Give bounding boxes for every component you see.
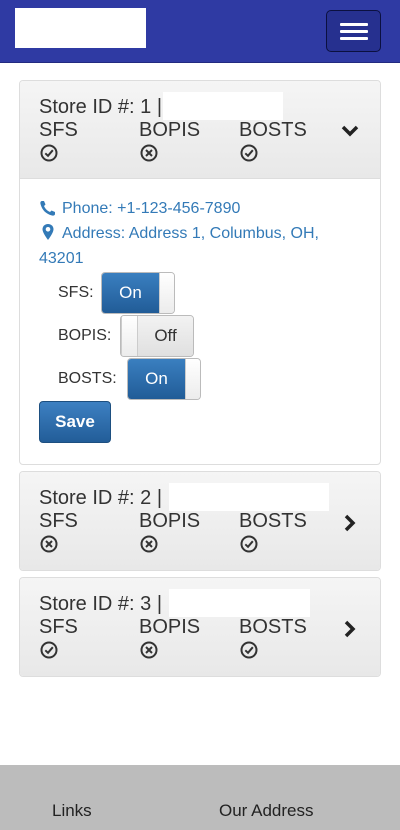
store-phone[interactable]: Phone: +1-123-456-7890: [62, 196, 240, 221]
sfs-label: SFS: [39, 119, 78, 141]
store-panel-heading-2[interactable]: Store ID #: 2 | SFS BOPIS BOSTS: [20, 472, 380, 570]
store-name-redacted: [163, 92, 283, 120]
store-details-1: Phone: +1-123-456-7890 Address: Address …: [20, 179, 380, 464]
bosts-label: BOSTS: [239, 616, 307, 638]
top-navbar: [0, 0, 400, 63]
toggle-handle: [121, 316, 138, 356]
store-title: Store ID #: 3 |: [39, 593, 163, 615]
cross-circle-icon: [40, 535, 58, 553]
check-circle-icon: [40, 641, 58, 659]
sfs-toggle-label: SFS:: [58, 284, 94, 301]
bopis-label: BOPIS: [139, 119, 201, 141]
bopis-toggle-switch[interactable]: Off: [120, 315, 194, 357]
brand-logo[interactable]: [15, 8, 146, 48]
sfs-toggle-state: On: [102, 273, 159, 313]
store-panel-heading-1[interactable]: Store ID #: 1 | SFS BOPIS BOSTS: [20, 81, 380, 179]
check-circle-icon: [240, 535, 258, 553]
bosts-toggle-state: On: [128, 359, 185, 399]
store-name-redacted: [169, 483, 329, 511]
cross-circle-icon: [140, 641, 158, 659]
sfs-label: SFS: [39, 616, 78, 638]
cross-circle-icon: [140, 535, 158, 553]
footer-our-address-link[interactable]: Our Address: [219, 801, 314, 821]
store-panel-2: Store ID #: 2 | SFS BOPIS BOSTS: [19, 471, 381, 571]
store-address-line-2[interactable]: 43201: [39, 246, 84, 271]
check-circle-icon: [240, 144, 258, 162]
bosts-label: BOSTS: [239, 119, 307, 141]
chevron-right-icon[interactable]: [340, 513, 360, 533]
sfs-label: SFS: [39, 510, 78, 532]
menu-toggle-button[interactable]: [326, 10, 381, 52]
store-address-line-1[interactable]: Address: Address 1, Columbus, OH,: [62, 221, 319, 246]
store-name-redacted: [169, 589, 310, 617]
store-panel-1: Store ID #: 1 | SFS BOPIS BOSTS Phone: +…: [19, 80, 381, 465]
bosts-label: BOSTS: [239, 510, 307, 532]
save-button[interactable]: Save: [39, 401, 111, 443]
bopis-label: BOPIS: [139, 510, 201, 532]
chevron-right-icon[interactable]: [340, 619, 360, 639]
store-title: Store ID #: 1 |: [39, 96, 163, 118]
toggle-handle: [159, 273, 174, 313]
bopis-label: BOPIS: [139, 616, 201, 638]
bosts-toggle-label: BOSTS:: [58, 370, 117, 387]
bopis-toggle-label: BOPIS:: [58, 327, 112, 344]
store-panel-3: Store ID #: 3 | SFS BOPIS BOSTS: [19, 577, 381, 677]
phone-icon: [39, 199, 57, 217]
toggle-handle: [185, 359, 200, 399]
page-footer: Links Our Address: [0, 765, 400, 830]
store-panel-heading-3[interactable]: Store ID #: 3 | SFS BOPIS BOSTS: [20, 578, 380, 676]
chevron-down-icon[interactable]: [340, 121, 360, 141]
map-marker-icon: [39, 223, 57, 241]
cross-circle-icon: [140, 144, 158, 162]
check-circle-icon: [240, 641, 258, 659]
store-title: Store ID #: 2 |: [39, 487, 163, 509]
footer-links-link[interactable]: Links: [52, 801, 92, 821]
bopis-toggle-state: Off: [138, 316, 193, 356]
sfs-toggle-switch[interactable]: On: [101, 272, 175, 314]
bosts-toggle-switch[interactable]: On: [127, 358, 201, 400]
check-circle-icon: [40, 144, 58, 162]
